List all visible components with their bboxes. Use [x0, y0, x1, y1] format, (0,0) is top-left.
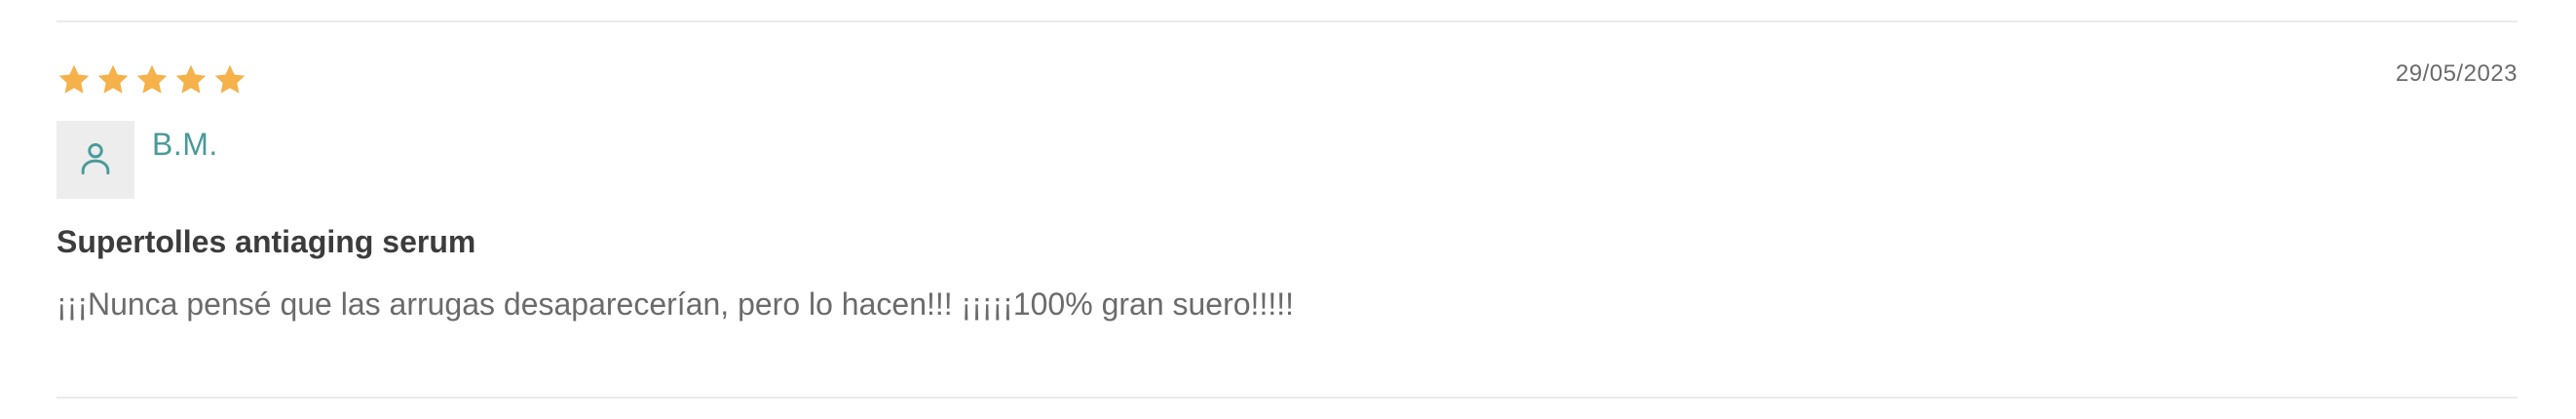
- star-icon: [173, 62, 208, 97]
- star-rating: [57, 62, 247, 97]
- bottom-divider: [57, 397, 2518, 399]
- star-icon: [57, 62, 92, 97]
- user-icon: [74, 136, 117, 184]
- review-text: ¡¡¡Nunca pensé que las arrugas desaparec…: [57, 286, 1294, 322]
- avatar: [57, 121, 134, 199]
- review-card: 29/05/2023 B.M. Supertolles antiaging se…: [57, 58, 2518, 370]
- review-author: B.M.: [152, 127, 218, 162]
- top-divider: [57, 20, 2518, 22]
- star-icon: [95, 62, 131, 97]
- star-icon: [134, 62, 170, 97]
- star-icon: [212, 62, 247, 97]
- review-date: 29/05/2023: [2395, 60, 2518, 87]
- review-title: Supertolles antiaging serum: [57, 224, 476, 259]
